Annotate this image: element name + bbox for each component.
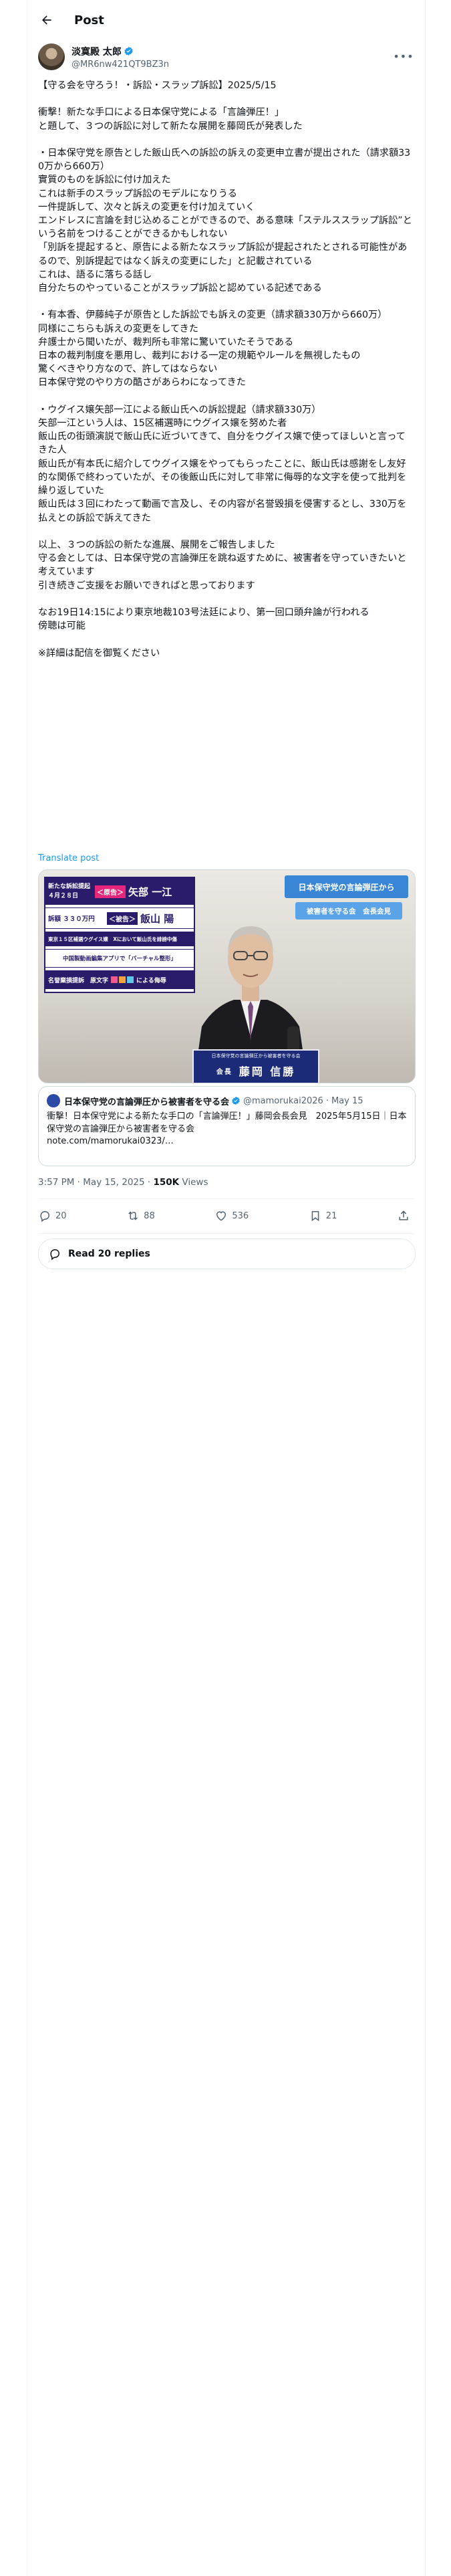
author-name-row[interactable]: 淡寞殿 太郎 bbox=[71, 45, 169, 58]
panel-header-tag: ＜原告＞ bbox=[95, 885, 126, 898]
author-display-name: 淡寞殿 太郎 bbox=[71, 46, 122, 58]
panel-line2-tag: ＜被告＞ bbox=[107, 911, 138, 925]
repost-button[interactable]: 88 bbox=[126, 1209, 155, 1222]
main-column: Post 淡寞殿 太郎 @MR6nw421QT9BZ3n ••• 【守る会を守ろ… bbox=[27, 0, 426, 2576]
panel-line4: 中国製動画編集アプリで「バーチャル整形」 bbox=[63, 956, 176, 962]
read-replies-button[interactable]: Read 20 replies bbox=[38, 1239, 416, 1269]
post-text: 【守る会を守ろう！・訴訟・スラップ訴訟】2025/5/15 衝撃！新たな手口によ… bbox=[38, 80, 412, 659]
page-title: Post bbox=[74, 13, 104, 27]
podium-name: 藤岡 信勝 bbox=[239, 1065, 296, 1078]
views-label: Views bbox=[179, 1177, 208, 1188]
panel-header-line1: 新たな訴訟提起 bbox=[48, 883, 91, 890]
reply-icon bbox=[50, 1249, 60, 1261]
post-media-image[interactable]: 新たな訴訟提起 ４月２８日 ＜原告＞ 矢部 一江 訴額 ３３０万円 ＜被告＞ 飯… bbox=[38, 869, 416, 1083]
bookmark-count: 21 bbox=[325, 1210, 337, 1221]
heart-icon bbox=[216, 1211, 227, 1221]
avatar[interactable] bbox=[38, 43, 65, 70]
views-count: 150K bbox=[153, 1177, 180, 1188]
panel-line3: 東京１５区補選ウグイス嬢 Xにおいて飯山氏を誹謗中傷 bbox=[48, 936, 177, 942]
quoted-verified-badge-icon bbox=[231, 1096, 241, 1105]
back-arrow-icon bbox=[42, 15, 51, 25]
quoted-post-card[interactable]: 日本保守党の言論弾圧から被害者を守る会 @mamorukai2026 · May… bbox=[38, 1086, 416, 1166]
reply-icon bbox=[40, 1210, 50, 1222]
translate-post-link[interactable]: Translate post bbox=[38, 853, 99, 863]
repost-icon bbox=[128, 1211, 138, 1220]
divider bbox=[38, 1198, 414, 1199]
panel-line2-prefix: 訴額 ３３０万円 bbox=[48, 916, 95, 923]
back-button[interactable] bbox=[35, 9, 58, 31]
podium-caption: 日本保守党の言論弾圧から被害者を守る会 bbox=[211, 1053, 301, 1059]
post-header: 淡寞殿 太郎 @MR6nw421QT9BZ3n ••• bbox=[38, 43, 414, 71]
panel-line2-name: 飯山 陽 bbox=[140, 912, 174, 925]
top-bar: Post bbox=[27, 0, 425, 40]
author-handle[interactable]: @MR6nw421QT9BZ3n bbox=[71, 60, 169, 70]
reply-count: 20 bbox=[55, 1210, 67, 1221]
quoted-date: May 15 bbox=[331, 1095, 363, 1106]
media-podium-sign: 日本保守党の言論弾圧から被害者を守る会 会長 藤岡 信勝 bbox=[192, 1049, 319, 1083]
podium-role: 会長 bbox=[216, 1068, 233, 1076]
quoted-handle: @mamorukai2026 bbox=[243, 1095, 323, 1106]
share-button[interactable] bbox=[397, 1209, 414, 1222]
more-options-icon[interactable]: ••• bbox=[393, 48, 413, 64]
panel-header-name: 矢部 一江 bbox=[128, 885, 172, 898]
post-meta: 3:57 PM · May 15, 2025 · 150K Views bbox=[38, 1177, 208, 1188]
read-replies-label: Read 20 replies bbox=[68, 1249, 150, 1259]
panel-line5-prefix: 名誉棄損提訴 原文字 bbox=[48, 977, 109, 984]
bookmark-icon bbox=[311, 1211, 319, 1222]
like-count: 536 bbox=[232, 1210, 249, 1221]
media-info-panel: 新たな訴訟提起 ４月２８日 ＜原告＞ 矢部 一江 訴額 ３３０万円 ＜被告＞ 飯… bbox=[44, 877, 195, 993]
panel-header-date: ４月２８日 bbox=[48, 893, 79, 899]
reply-button[interactable]: 20 bbox=[38, 1209, 67, 1222]
share-icon bbox=[399, 1210, 408, 1220]
bookmark-button[interactable]: 21 bbox=[309, 1209, 337, 1222]
like-button[interactable]: 536 bbox=[214, 1209, 249, 1222]
quoted-text: 衝撃！日本保守党による新たな手口の「言論弾圧！」藤岡会長会見 2025年5月15… bbox=[47, 1111, 407, 1146]
divider bbox=[38, 1233, 414, 1234]
quoted-avatar bbox=[47, 1094, 60, 1107]
verified-badge-icon bbox=[124, 46, 134, 56]
quoted-author-name: 日本保守党の言論弾圧から被害者を守る会 bbox=[64, 1097, 230, 1107]
action-bar: 20 88 536 21 bbox=[38, 1204, 414, 1228]
post-timestamp[interactable]: 3:57 PM · May 15, 2025 · bbox=[38, 1177, 153, 1188]
panel-line5-suffix: による侮辱 bbox=[136, 977, 166, 984]
repost-count: 88 bbox=[144, 1210, 155, 1221]
